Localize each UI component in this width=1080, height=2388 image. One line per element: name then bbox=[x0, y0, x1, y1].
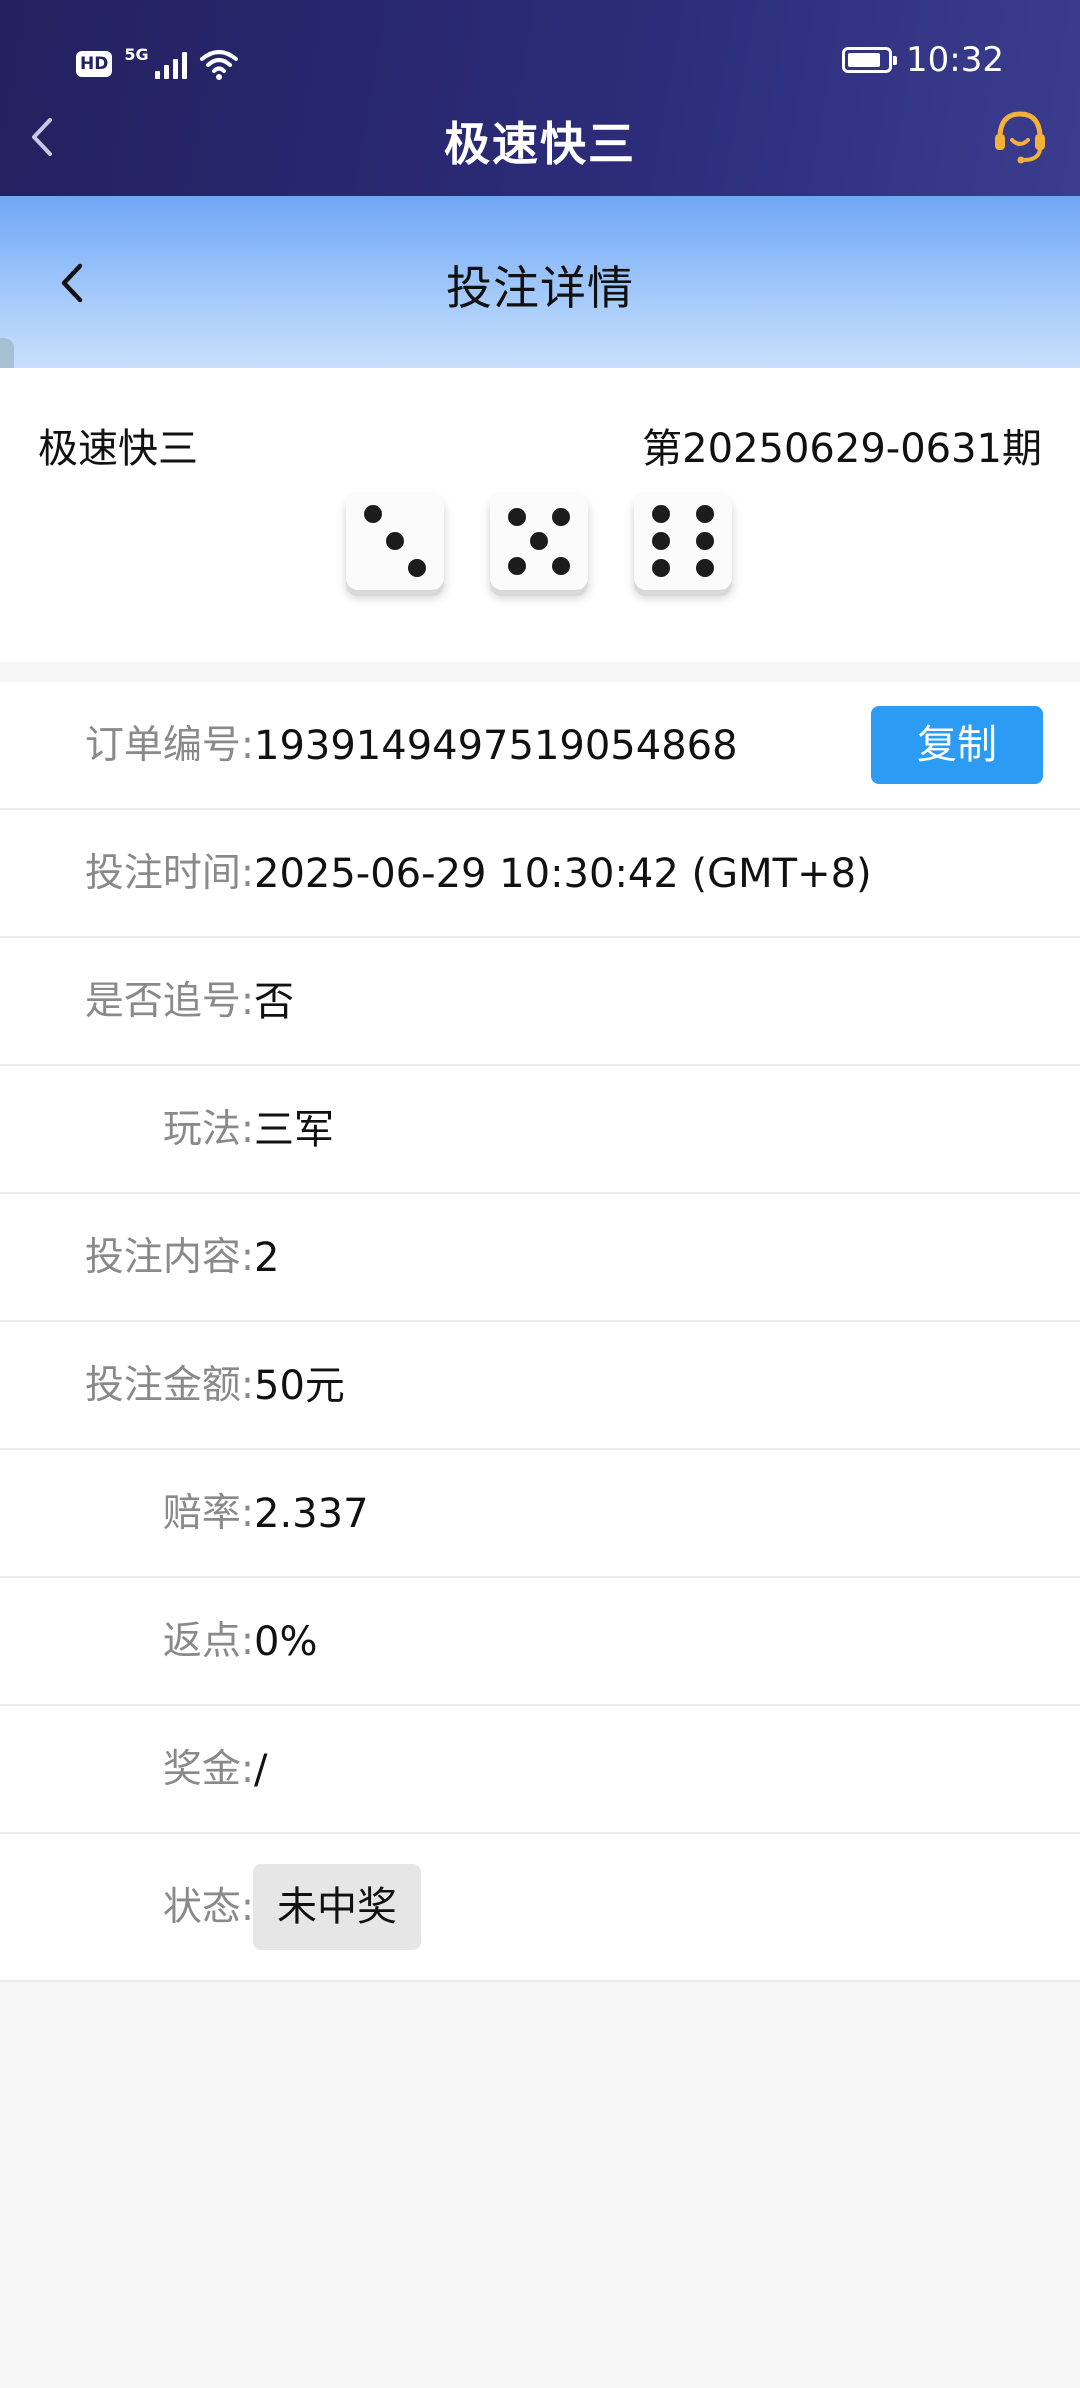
die-pip bbox=[652, 559, 671, 578]
die-pip bbox=[407, 559, 426, 578]
detail-label: 返点: bbox=[162, 1619, 254, 1664]
network-type-label: 5G bbox=[124, 44, 149, 64]
die-pip bbox=[364, 504, 383, 523]
battery-icon bbox=[842, 47, 898, 73]
detail-label: 订单编号: bbox=[84, 723, 254, 768]
bet-time: 2025-06-29 10:30:42 (GMT+8) bbox=[254, 851, 872, 897]
status-bar-right: 10:32 bbox=[842, 40, 1004, 80]
bet-content: 2 bbox=[254, 1235, 280, 1281]
play-type: 三军 bbox=[254, 1107, 334, 1153]
wifi-icon bbox=[199, 50, 238, 80]
die-pip bbox=[652, 532, 671, 550]
bet-details-list: 订单编号: 1939149497519054868 复制 投注时间: 2025-… bbox=[0, 682, 1080, 1982]
detail-row-play: 玩法: 三军 bbox=[0, 1066, 1080, 1194]
rebate-value: 0% bbox=[254, 1619, 318, 1665]
chase-value: 否 bbox=[254, 979, 294, 1025]
signal-icon bbox=[154, 49, 187, 79]
detail-label: 状态: bbox=[162, 1885, 254, 1930]
die-icon bbox=[634, 492, 732, 590]
detail-row-rebate: 返点: 0% bbox=[0, 1578, 1080, 1706]
die-pip bbox=[695, 504, 714, 523]
detail-label: 投注金额: bbox=[84, 1363, 254, 1408]
detail-row-chase: 是否追号: 否 bbox=[0, 938, 1080, 1066]
detail-row-odds: 赔率: 2.337 bbox=[0, 1450, 1080, 1578]
detail-row-bet-time: 投注时间: 2025-06-29 10:30:42 (GMT+8) bbox=[0, 810, 1080, 938]
issue-number: 第20250629-0631期 bbox=[642, 426, 1042, 472]
prize-value: / bbox=[254, 1747, 268, 1793]
order-number: 1939149497519054868 bbox=[254, 723, 738, 769]
die-icon bbox=[490, 492, 588, 590]
detail-label: 是否追号: bbox=[84, 979, 254, 1024]
page-title: 投注详情 bbox=[446, 261, 634, 315]
detail-label: 玩法: bbox=[162, 1107, 254, 1152]
dice-result bbox=[346, 492, 732, 590]
detail-label: 投注内容: bbox=[84, 1235, 254, 1280]
die-pip bbox=[508, 556, 527, 575]
status-time: 10:32 bbox=[906, 40, 1004, 80]
die-pip bbox=[551, 507, 570, 526]
app-header: HD 5G 10:32 极速快三 bbox=[0, 0, 1080, 196]
detail-label: 赔率: bbox=[162, 1491, 254, 1536]
die-pip bbox=[652, 504, 671, 523]
hd-icon: HD bbox=[76, 51, 113, 77]
die-pip bbox=[695, 559, 714, 578]
app-title: 极速快三 bbox=[444, 117, 636, 171]
die-pip bbox=[530, 532, 548, 550]
status-bar-left: HD 5G bbox=[76, 44, 239, 84]
detail-row-order-no: 订单编号: 1939149497519054868 复制 bbox=[0, 682, 1080, 810]
detail-label: 投注时间: bbox=[84, 851, 254, 896]
customer-service-headset-icon[interactable] bbox=[990, 106, 1050, 166]
copy-button[interactable]: 复制 bbox=[871, 706, 1043, 784]
die-pip bbox=[386, 532, 404, 550]
die-icon bbox=[346, 492, 444, 590]
die-pip bbox=[551, 556, 570, 575]
detail-row-status: 状态: 未中奖 bbox=[0, 1834, 1080, 1982]
die-pip bbox=[695, 532, 714, 550]
draw-result-card: 极速快三 第20250629-0631期 bbox=[0, 368, 1080, 662]
odds-value: 2.337 bbox=[254, 1491, 369, 1537]
detail-label: 奖金: bbox=[162, 1747, 254, 1792]
detail-row-amount: 投注金额: 50元 bbox=[0, 1322, 1080, 1450]
detail-row-prize: 奖金: / bbox=[0, 1706, 1080, 1834]
detail-row-content: 投注内容: 2 bbox=[0, 1194, 1080, 1322]
bet-amount: 50元 bbox=[254, 1363, 345, 1409]
die-pip bbox=[508, 507, 527, 526]
status-badge: 未中奖 bbox=[253, 1864, 421, 1950]
lottery-name: 极速快三 bbox=[38, 426, 198, 472]
sub-header: 投注详情 bbox=[0, 196, 1080, 368]
